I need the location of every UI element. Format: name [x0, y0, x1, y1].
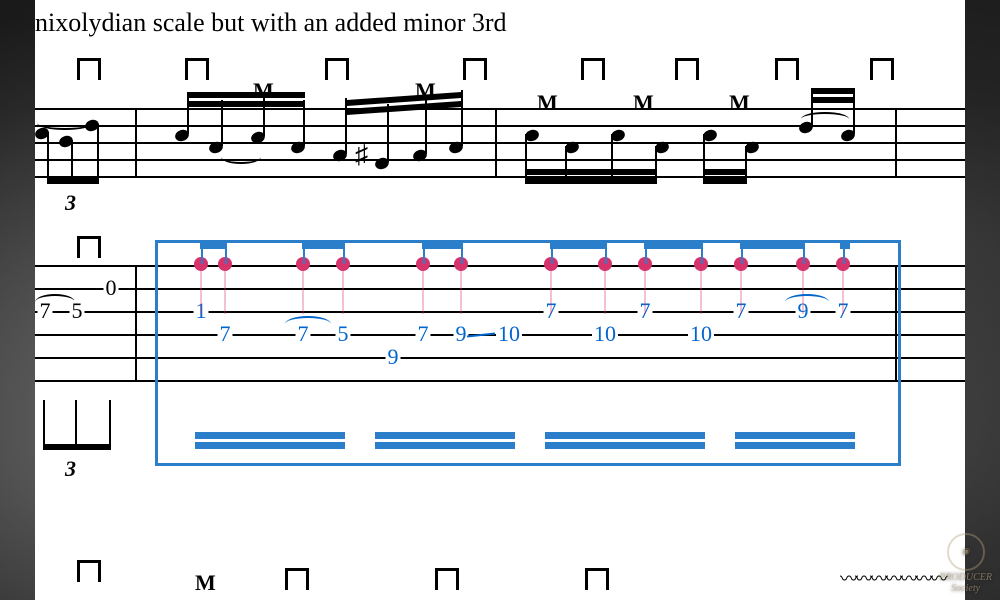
scale-description: nixolydian scale but with an added minor…: [35, 8, 507, 38]
watermark-line2: Society: [939, 584, 992, 595]
marker-connector: [550, 264, 552, 314]
blue-beam: [735, 432, 855, 439]
tie-icon: [37, 116, 93, 130]
note-beam: [525, 178, 657, 184]
marker-connector: [644, 264, 646, 314]
downstroke-icon: [185, 58, 209, 77]
marker-connector: [422, 264, 424, 314]
tab-fret: 5: [70, 300, 85, 322]
downstroke-icon: [870, 58, 894, 77]
tab-fret: 10: [496, 323, 522, 345]
barline: [495, 108, 497, 178]
blue-beam: [195, 432, 345, 439]
barline: [895, 108, 897, 178]
tab-fret: 5: [336, 323, 351, 345]
blue-beam: [375, 442, 515, 449]
marker-connector: [740, 264, 742, 314]
note-beam: [47, 178, 99, 184]
tie-icon: [285, 316, 331, 332]
blue-beam: [195, 442, 345, 449]
vibrato-icon: 〰〰〰〰〰〰〰: [840, 565, 945, 591]
marker-connector: [224, 264, 226, 314]
mute-mark: M: [195, 570, 216, 596]
blue-beam: [545, 432, 705, 439]
note-beam: [811, 88, 855, 94]
downstroke-icon: [581, 58, 605, 77]
watermark-logo: ◉ PRODUCER Society: [939, 533, 992, 594]
barline: [135, 108, 137, 178]
downstroke-icon: [775, 58, 799, 77]
tab-fret: 9: [454, 323, 469, 345]
tab-fret: 9: [386, 346, 401, 368]
blue-beam: [302, 242, 345, 249]
note-stem: [461, 90, 463, 146]
marker-connector: [604, 264, 606, 314]
downstroke-icon: [77, 236, 101, 255]
tie-icon: [221, 150, 261, 164]
note-stem: [611, 134, 613, 184]
note-beam: [703, 169, 747, 175]
downstroke-icon: [77, 560, 101, 579]
note-stem: [525, 134, 527, 184]
triplet-label: 3: [65, 456, 76, 482]
note-stem: [387, 104, 389, 162]
watermark-line1: PRODUCER: [939, 573, 992, 584]
blue-beam: [545, 442, 705, 449]
rhythm-beam: [43, 444, 111, 450]
note-beam: [703, 178, 747, 184]
tab-fret: 7: [416, 323, 431, 345]
marker-connector: [200, 264, 202, 314]
marker-connector: [700, 264, 702, 314]
marker-connector: [302, 264, 304, 314]
downstroke-icon: [435, 568, 459, 587]
tab-fret: 7: [38, 300, 53, 322]
marker-connector: [842, 264, 844, 314]
rhythm-stem: [75, 400, 77, 450]
blue-beam: [422, 242, 463, 249]
tab-fret: 10: [592, 323, 618, 345]
rhythm-stem: [109, 400, 111, 450]
triplet-label: 3: [65, 190, 76, 216]
sharp-icon: ♯: [355, 140, 368, 170]
blue-beam: [200, 242, 227, 249]
marker-connector: [342, 264, 344, 314]
downstroke-icon: [675, 58, 699, 77]
downstroke-icon: [585, 568, 609, 587]
note-stem: [47, 132, 49, 184]
note-beam: [187, 101, 305, 107]
barline: [135, 265, 137, 382]
tab-fret: 10: [688, 323, 714, 345]
note-beam: [187, 92, 305, 98]
blue-beam: [735, 442, 855, 449]
blue-beam: [550, 242, 607, 249]
tab-fret: 0: [104, 277, 119, 299]
downstroke-icon: [285, 568, 309, 587]
downstroke-icon: [77, 58, 101, 77]
blue-beam: [840, 242, 850, 249]
tab-fret: 7: [218, 323, 233, 345]
note-stem: [187, 92, 189, 134]
blue-beam: [375, 432, 515, 439]
tie-icon: [785, 294, 829, 310]
note-stem: [345, 98, 347, 154]
rhythm-stem: [43, 400, 45, 450]
barline: [895, 265, 897, 382]
note-beam: [525, 169, 657, 175]
tie-icon: [801, 112, 849, 126]
note-beam: [811, 97, 855, 103]
note-stem: [703, 134, 705, 184]
downstroke-icon: [325, 58, 349, 77]
blue-beam: [740, 242, 805, 249]
note-stem: [263, 92, 265, 136]
downstroke-icon: [463, 58, 487, 77]
sheet-music-page: nixolydian scale but with an added minor…: [35, 0, 965, 600]
note-stem: [97, 124, 99, 184]
blue-beam: [644, 242, 703, 249]
marker-connector: [460, 264, 462, 314]
